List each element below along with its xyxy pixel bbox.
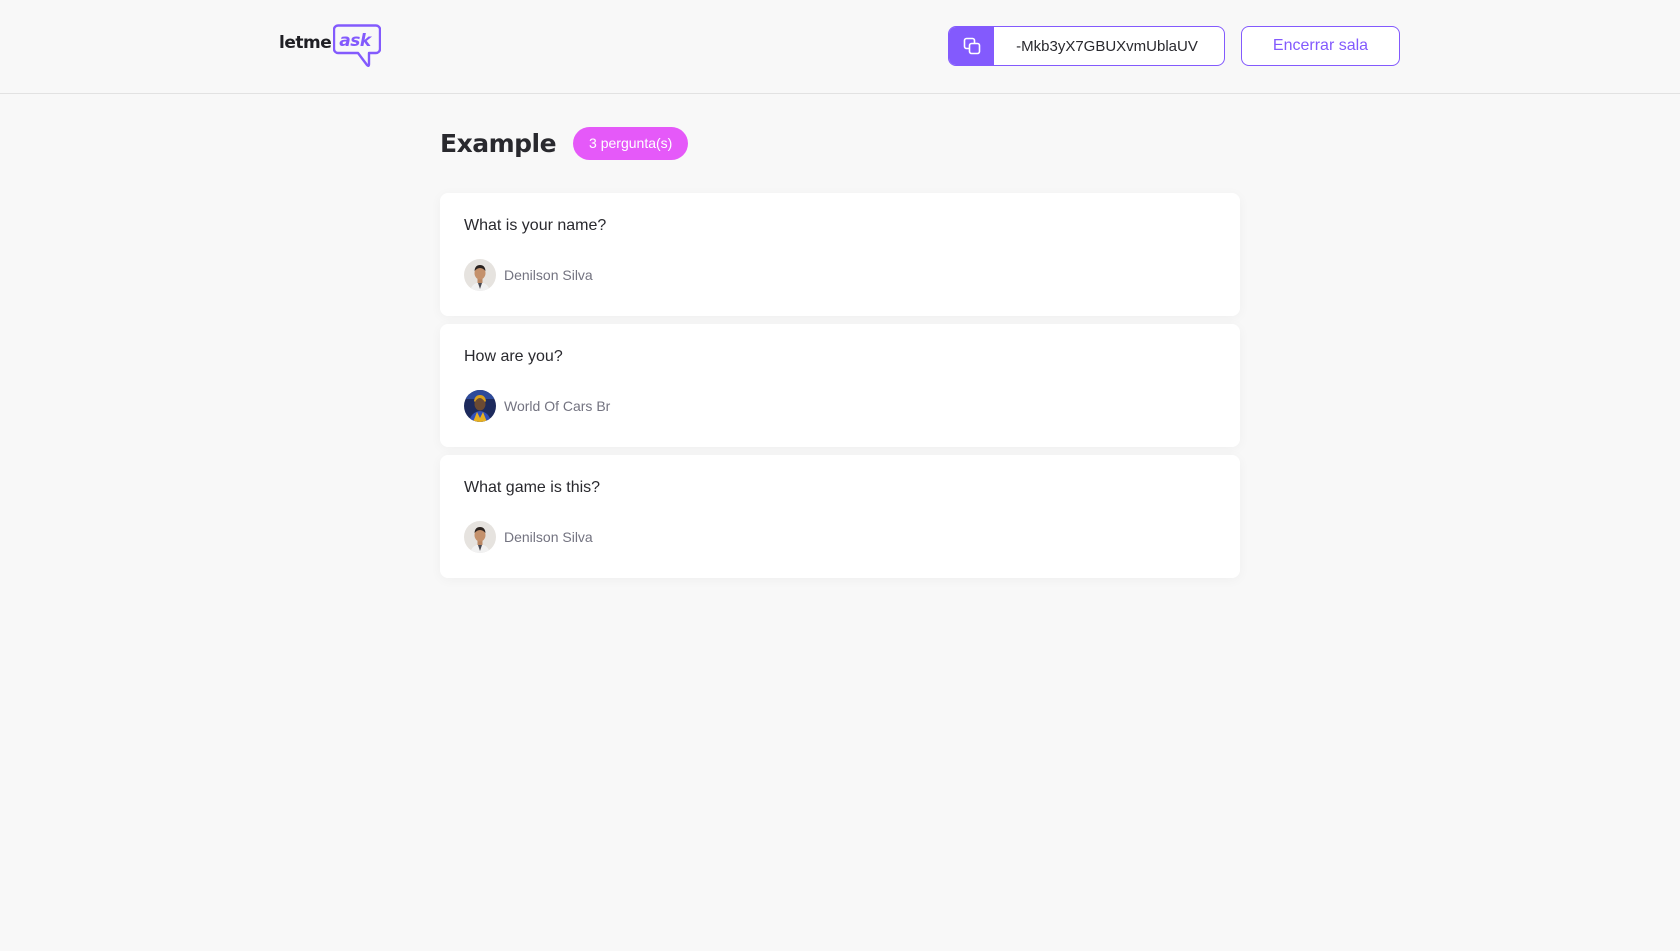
close-room-button[interactable]: Encerrar sala <box>1241 26 1400 66</box>
letmeask-logo[interactable]: letme ask <box>279 24 382 69</box>
logo-text-main: letme <box>279 33 332 53</box>
question-card: What is your name? Denilson Silva <box>440 193 1240 316</box>
question-card: What game is this? Denilson Silva <box>440 455 1240 578</box>
room-title: Example <box>440 128 557 158</box>
room-title-row: Example 3 pergunta(s) <box>440 117 1240 169</box>
room-content: Example 3 pergunta(s) What is your name?… <box>440 117 1240 586</box>
question-count-badge: 3 pergunta(s) <box>573 126 689 160</box>
room-code-text: -Mkb3yX7GBUXvmUblaUV <box>1016 37 1198 55</box>
logo-text-accent: ask <box>339 31 371 51</box>
question-list: What is your name? Denilson Silva How ar… <box>440 193 1240 578</box>
avatar <box>464 521 496 553</box>
top-bar: letme ask -Mkb3yX7GBUXvmUblaUV Encerrar … <box>0 0 1680 94</box>
question-content: What is your name? <box>464 217 607 234</box>
question-author: Denilson Silva <box>464 259 1216 291</box>
speech-bubble-logo-icon: ask <box>333 24 382 69</box>
author-name: World Of Cars Br <box>504 398 611 414</box>
author-name: Denilson Silva <box>504 267 593 283</box>
copy-room-code-button[interactable]: -Mkb3yX7GBUXvmUblaUV <box>948 26 1225 66</box>
author-name: Denilson Silva <box>504 529 593 545</box>
copy-icon[interactable] <box>949 27 994 65</box>
question-card: How are you? World Of Cars Br <box>440 324 1240 447</box>
question-content: How are you? <box>464 348 563 365</box>
avatar <box>464 390 496 422</box>
question-author: Denilson Silva <box>464 521 1216 553</box>
avatar <box>464 259 496 291</box>
question-author: World Of Cars Br <box>464 390 1216 422</box>
question-content: What game is this? <box>464 479 601 496</box>
